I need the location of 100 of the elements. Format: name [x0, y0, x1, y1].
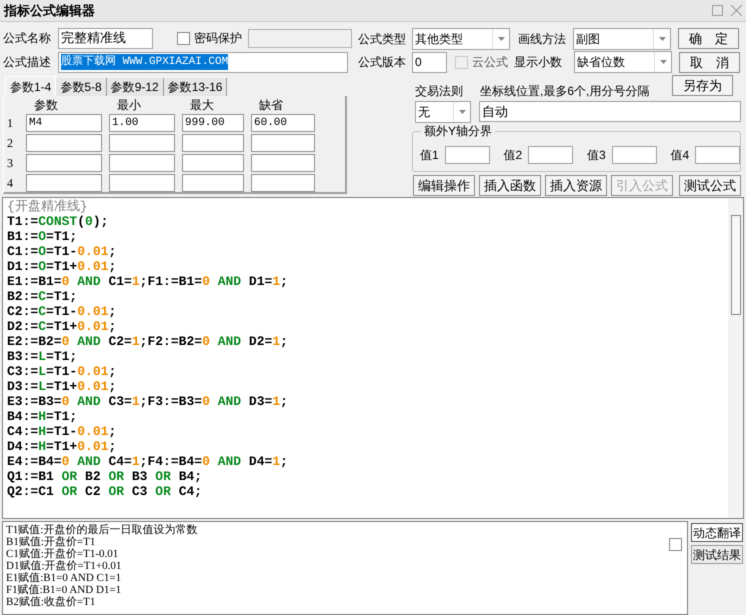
table-cell-input[interactable] [182, 134, 244, 152]
text-field[interactable] [528, 146, 573, 164]
table-cell-input[interactable] [251, 174, 315, 192]
tab[interactable]: 参数13-16 [164, 78, 228, 96]
checkbox[interactable] [177, 32, 190, 44]
maximize-icon[interactable] [712, 5, 723, 16]
row-number: 1 [7, 115, 14, 132]
field-label: 坐标线位置,最多6个,用分号分隔 [480, 82, 650, 100]
table-cell-input[interactable]: 999.00 [182, 114, 244, 132]
scrollbar[interactable] [728, 198, 743, 518]
code-line: Q1:=B1 OR B2 OR B3 OR B4; [7, 469, 204, 484]
tab[interactable]: 参数5-8 [56, 78, 107, 96]
field-label: 公式描述 [3, 54, 52, 71]
dropdown[interactable]: 无 [415, 100, 471, 123]
code-line: C4:=H=T1-0.01; [7, 424, 118, 439]
button[interactable]: 插入函数 [479, 175, 541, 196]
code-line: {开盘精准线} [7, 199, 89, 214]
field-label: 公式版本 [357, 54, 407, 72]
code-line: D3:=L=T1+0.01; [7, 379, 118, 394]
button[interactable]: 确 定 [678, 28, 739, 50]
table-cell-input[interactable] [182, 154, 244, 172]
table-cell-input[interactable]: M4 [26, 114, 102, 132]
row-number: 4 [7, 175, 14, 192]
column-header: 最大 [189, 98, 215, 112]
help-line: B1赋值:开盘价=T1 [6, 536, 96, 548]
help-line: F1赋值:B1=0 AND D1=1 [6, 584, 122, 596]
code-line: D4:=H=T1+0.01; [7, 439, 118, 454]
field-label: 公式名称 [3, 30, 52, 47]
button[interactable]: 测试公式 [679, 175, 741, 196]
code-line: E2:=B2=0 AND C2=1;F2:=B2=0 AND D2=1; [7, 334, 289, 349]
checkbox-label: 云公式 [472, 54, 508, 72]
field-label: 值2 [504, 147, 522, 164]
code-line: E1:=B1=0 AND C1=1;F1:=B1=0 AND D1=1; [7, 274, 289, 289]
column-header: 参数 [33, 98, 59, 112]
text-field[interactable] [612, 146, 656, 164]
table-cell-input[interactable] [26, 154, 102, 172]
close-icon[interactable] [731, 5, 742, 16]
table-cell-input[interactable] [26, 174, 102, 192]
code-line: E4:=B4=0 AND C4=1;F4:=B4=0 AND D4=1; [7, 454, 289, 469]
text-field[interactable]: 完整精准线 [58, 28, 153, 48]
button[interactable]: 取 消 [679, 52, 740, 73]
dropdown-arrow-icon [660, 60, 666, 64]
dropdown-arrow-icon [458, 110, 466, 114]
help-line: D1赋值:开盘价=T1+0.01 [6, 560, 122, 572]
checkbox[interactable] [669, 538, 682, 551]
help-line: E1赋值:B1=0 AND C1=1 [6, 572, 122, 584]
field-label: 公式类型 [357, 30, 407, 48]
field-label: 值1 [420, 147, 439, 164]
tab[interactable]: 参数9-12 [106, 78, 164, 96]
group-title: 额外Y轴分界 [421, 122, 496, 139]
table-cell-input[interactable] [251, 134, 315, 152]
table-cell-input[interactable]: 60.00 [251, 114, 315, 132]
scrollbar-thumb[interactable] [730, 215, 740, 315]
checkbox-label: 密码保护 [194, 30, 242, 47]
column-header: 最小 [116, 98, 142, 112]
code-line: B4:=H=T1; [7, 409, 78, 424]
field-label: 画线方法 [518, 30, 567, 48]
text-field[interactable]: 股票下载网 WWW.GPXIAZAI.COM [58, 52, 348, 72]
table-cell-input[interactable]: 1.00 [109, 114, 175, 132]
text-field[interactable] [444, 146, 490, 164]
password-field[interactable] [248, 28, 352, 48]
dropdown[interactable]: 副图 [573, 28, 671, 50]
text-field[interactable] [695, 146, 740, 164]
row-number: 2 [7, 135, 14, 152]
column-header: 缺省 [258, 98, 284, 112]
code-line: D2:=C=T1+0.01; [7, 319, 118, 334]
code-line: Q2:=C1 OR C2 OR C3 OR C4; [7, 484, 204, 499]
help-line: T1赋值:开盘价的最后一日取值设为常数 [6, 524, 198, 536]
code-line: B1:=O=T1; [7, 229, 78, 244]
row-number: 3 [7, 155, 14, 172]
table-cell-input[interactable] [251, 154, 315, 172]
button[interactable]: 插入资源 [545, 175, 607, 196]
dropdown[interactable]: 其他类型 [412, 28, 510, 50]
help-line: C1赋值:开盘价=T1-0.01 [6, 548, 120, 560]
field-text: 股票下载网 WWW.GPXIAZAI.COM [61, 54, 228, 70]
code-line: C1:=O=T1-0.01; [7, 244, 118, 259]
code-line: E3:=B3=0 AND C3=1;F3:=B3=0 AND D3=1; [7, 394, 289, 409]
table-cell-input[interactable] [109, 174, 175, 192]
field-label: 显示小数 [514, 54, 563, 72]
text-field[interactable]: 0 [412, 52, 447, 73]
table-cell-input[interactable] [182, 174, 244, 192]
tab[interactable]: 动态翻译 [691, 523, 743, 542]
tab[interactable]: 参数1-4 [5, 76, 56, 96]
button[interactable]: 另存为 [672, 74, 733, 96]
tab[interactable]: 测试结果 [691, 545, 743, 564]
dropdown[interactable]: 缺省位数 [574, 51, 672, 74]
table-cell-input[interactable] [26, 134, 102, 152]
dropdown-arrow-icon [498, 36, 504, 41]
text-field[interactable]: 自动 [479, 101, 741, 122]
table-cell-input[interactable] [109, 134, 175, 152]
field-label: 值4 [670, 147, 690, 164]
window-title: 指标公式编辑器 [4, 2, 95, 20]
button: 引入公式 [611, 175, 673, 196]
table-cell-input[interactable] [109, 154, 175, 172]
code-line: B2:=C=T1; [7, 289, 78, 304]
dropdown-arrow-icon [658, 36, 666, 41]
code-line: B3:=L=T1; [7, 349, 78, 364]
code-line: C3:=L=T1-0.01; [7, 364, 118, 379]
help-line: B2赋值:收盘价=T1 [6, 596, 96, 608]
button[interactable]: 编辑操作 [413, 175, 475, 196]
